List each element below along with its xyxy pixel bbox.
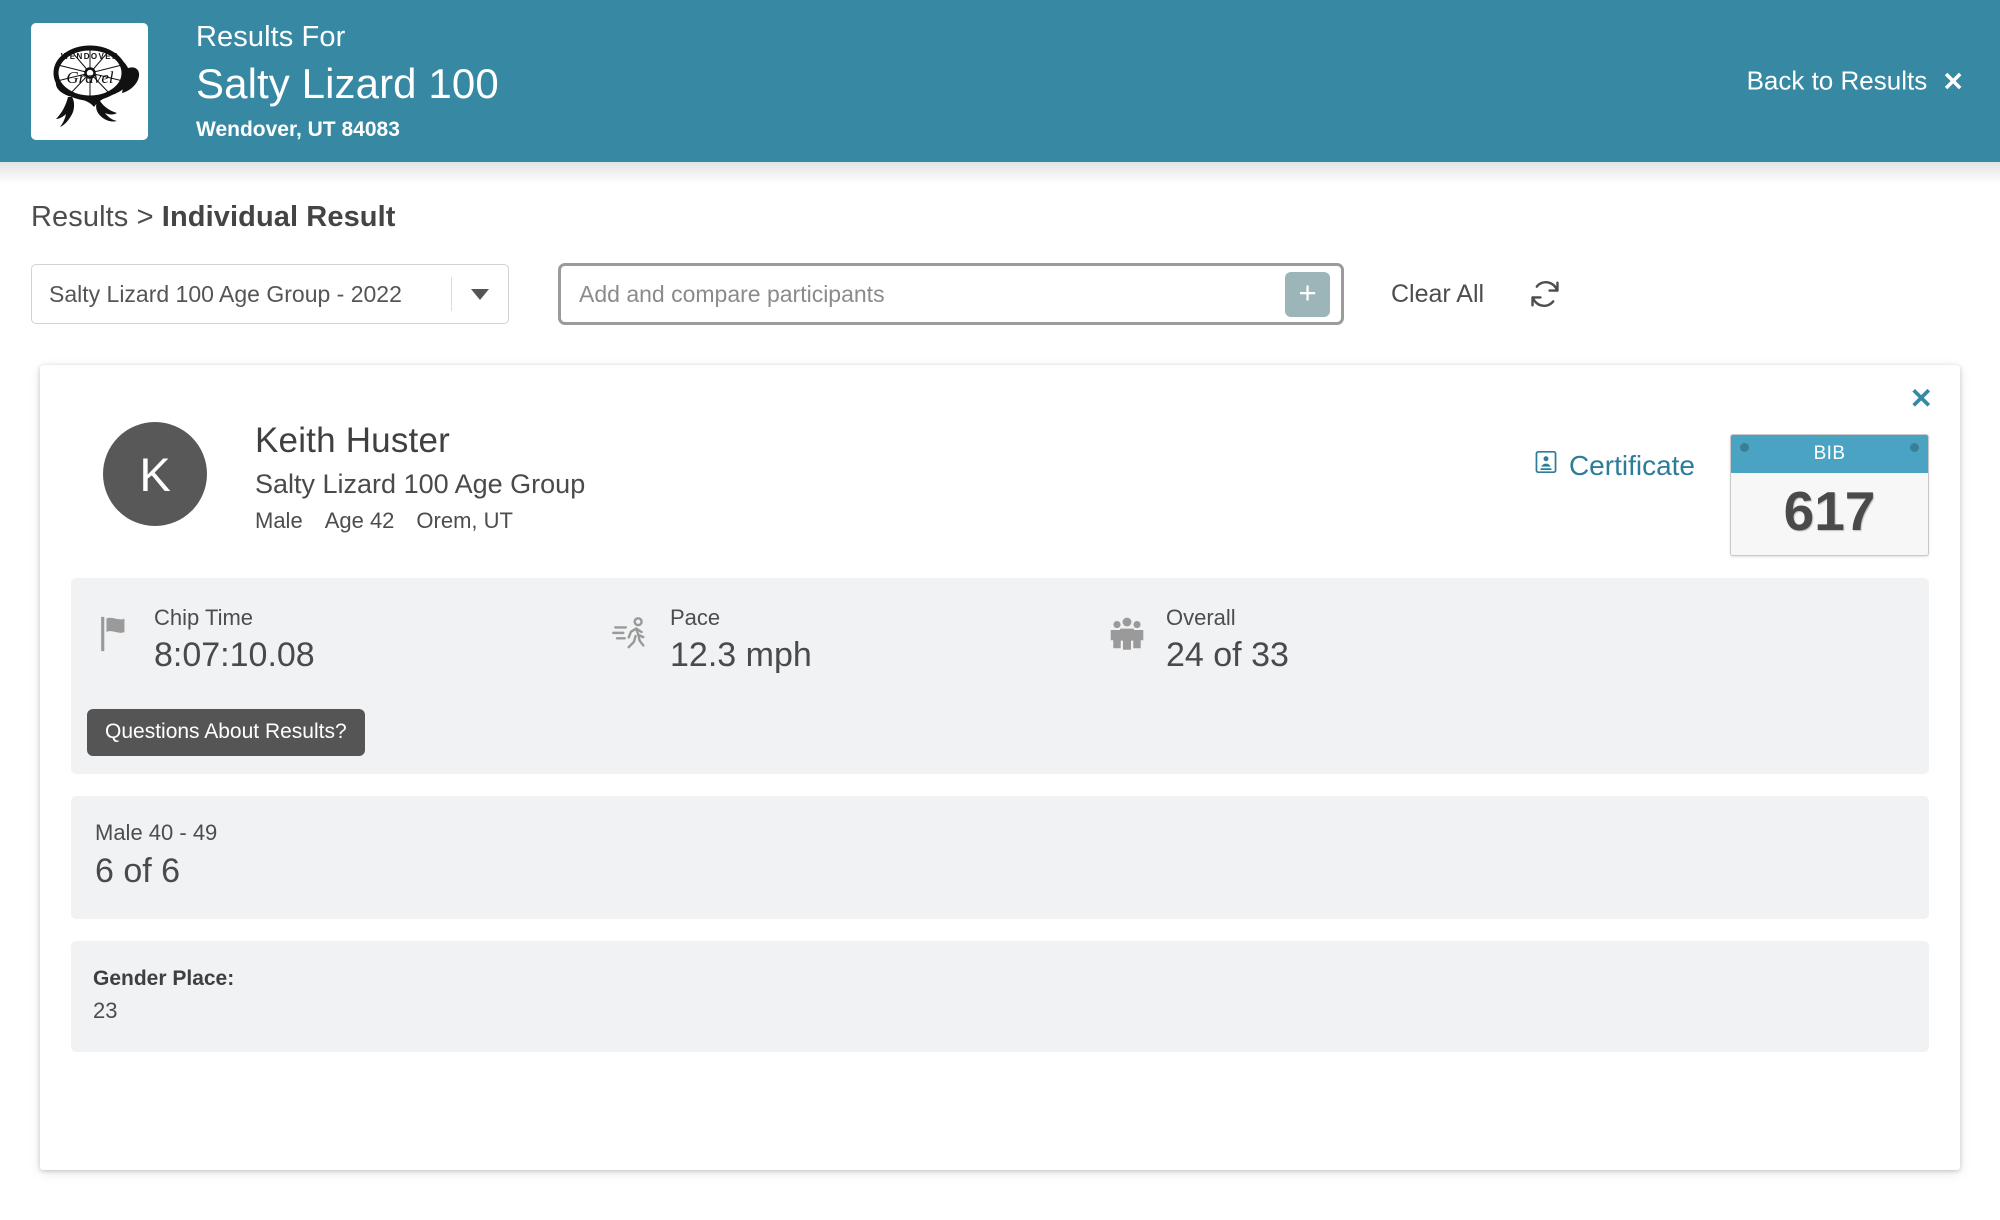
event-logo: WENDOVER Gravel — [31, 22, 148, 140]
questions-about-results-button[interactable]: Questions About Results? — [87, 709, 365, 756]
svg-text:Gravel: Gravel — [66, 68, 113, 87]
back-to-results-label: Back to Results — [1746, 65, 1928, 96]
svg-text:WENDOVER: WENDOVER — [60, 52, 118, 61]
header-event-location: Wendover, UT 84083 — [196, 117, 400, 141]
gender-place-value: 23 — [93, 998, 118, 1023]
compare-participants-field[interactable]: + — [558, 263, 1344, 325]
stats-panel: Chip Time 8:07:10.08 Pace 12.3 mph Overa… — [71, 578, 1929, 774]
avatar: K — [103, 422, 207, 526]
close-result-icon[interactable]: ✕ — [1910, 385, 1933, 413]
add-participant-button[interactable]: + — [1285, 271, 1330, 317]
header-shadow — [0, 162, 2000, 184]
controls-row: Salty Lizard 100 Age Group - 2022 + Clea… — [31, 263, 2000, 325]
flag-icon — [93, 604, 137, 654]
gender-place-panel: Gender Place: 23 — [71, 941, 1929, 1052]
chevron-down-icon[interactable] — [452, 288, 508, 300]
individual-result-card: ✕ K Keith Huster Salty Lizard 100 Age Gr… — [40, 365, 1960, 1170]
stats-row: Chip Time 8:07:10.08 Pace 12.3 mph Overa… — [71, 604, 1929, 677]
stat-overall-value: 24 of 33 — [1166, 636, 1289, 674]
division-panel: Male 40 - 49 6 of 6 — [71, 796, 1929, 919]
refresh-icon[interactable] — [1528, 277, 1562, 311]
stat-pace: Pace 12.3 mph — [609, 604, 1105, 677]
back-to-results-button[interactable]: Back to Results ✕ — [1747, 66, 1964, 97]
division-value: 6 of 6 — [95, 852, 181, 890]
breadcrumb: Results > Individual Result — [31, 201, 2000, 234]
race-select[interactable]: Salty Lizard 100 Age Group - 2022 — [31, 264, 509, 324]
wendover-gravel-lizard-logo-icon: WENDOVER Gravel — [53, 45, 139, 127]
certificate-label: Certificate — [1568, 449, 1695, 481]
athlete-meta: Male Age 42 Orem, UT — [255, 505, 585, 537]
stat-overall-label: Overall — [1166, 605, 1236, 630]
bib-card: BIB 617 — [1730, 434, 1929, 556]
race-select-value: Salty Lizard 100 Age Group - 2022 — [49, 280, 402, 307]
people-icon — [1105, 604, 1149, 654]
stat-pace-label: Pace — [670, 605, 721, 630]
stat-chip-time-value: 8:07:10.08 — [154, 636, 315, 674]
athlete-event: Salty Lizard 100 Age Group — [255, 469, 586, 499]
runner-icon — [609, 604, 653, 654]
header-brand: WENDOVER Gravel Results For Salty Lizard… — [0, 19, 499, 144]
breadcrumb-current: Individual Result — [161, 201, 396, 233]
header-pretitle: Results For — [196, 20, 346, 53]
certificate-icon — [1533, 449, 1559, 482]
clear-all-button[interactable]: Clear All — [1391, 280, 1484, 309]
header-titles: Results For Salty Lizard 100 Wendover, U… — [196, 19, 499, 144]
bib-header: BIB — [1731, 435, 1928, 473]
athlete-summary: K Keith Huster Salty Lizard 100 Age Grou… — [71, 416, 1929, 556]
stat-overall: Overall 24 of 33 — [1105, 604, 1929, 677]
bib-number: 617 — [1731, 473, 1928, 555]
division-label: Male 40 - 49 — [95, 820, 218, 845]
gender-place-label: Gender Place: — [93, 967, 235, 990]
bib-label: BIB — [1813, 443, 1846, 464]
athlete-name: Keith Huster — [255, 421, 450, 460]
header-event-title: Salty Lizard 100 — [196, 59, 499, 107]
breadcrumb-root[interactable]: Results — [31, 201, 128, 233]
stat-chip-time-label: Chip Time — [154, 605, 254, 630]
bib-pin-right-icon — [1910, 443, 1919, 452]
athlete-details: Keith Huster Salty Lizard 100 Age Group … — [255, 416, 585, 537]
athlete-hometown: Orem, UT — [416, 508, 513, 533]
stat-pace-value: 12.3 mph — [670, 636, 812, 674]
athlete-actions: Certificate BIB 617 — [1533, 416, 1929, 556]
compare-participants-input[interactable] — [561, 279, 1285, 309]
athlete-gender: Male — [255, 508, 303, 533]
plus-icon: + — [1298, 274, 1317, 310]
certificate-button[interactable]: Certificate — [1533, 434, 1695, 482]
page-header: WENDOVER Gravel Results For Salty Lizard… — [0, 0, 2000, 184]
close-icon[interactable]: ✕ — [1942, 68, 1964, 94]
breadcrumb-separator: > — [136, 201, 154, 233]
stat-chip-time: Chip Time 8:07:10.08 — [93, 604, 609, 677]
athlete-age: Age 42 — [324, 508, 395, 533]
bib-pin-left-icon — [1740, 443, 1749, 452]
